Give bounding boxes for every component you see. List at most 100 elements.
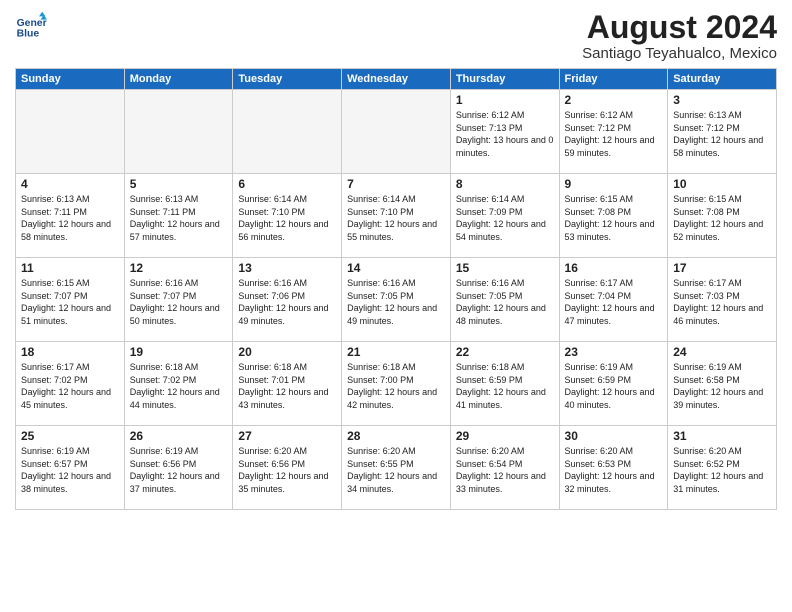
calendar-week-row: 25Sunrise: 6:19 AMSunset: 6:57 PMDayligh… (16, 426, 777, 510)
calendar: Sunday Monday Tuesday Wednesday Thursday… (15, 68, 777, 510)
day-info: Sunrise: 6:18 AMSunset: 7:00 PMDaylight:… (347, 361, 445, 411)
day-number: 21 (347, 345, 445, 359)
table-row: 22 Sunrise: 6:18 AMSunset: 6:59 PMDayligh… (450, 342, 559, 426)
col-saturday: Saturday (668, 69, 777, 90)
day-number: 22 (456, 345, 554, 359)
day-info: Sunrise: 6:19 AMSunset: 6:59 PMDaylight:… (565, 361, 663, 411)
table-row: 28 Sunrise: 6:20 AMSunset: 6:55 PMDayligh… (342, 426, 451, 510)
day-info: Sunrise: 6:20 AMSunset: 6:55 PMDaylight:… (347, 445, 445, 495)
table-row: 13Sunrise: 6:16 AMSunset: 7:06 PMDayligh… (233, 258, 342, 342)
table-row: 20 Sunrise: 6:18 AMSunset: 7:01 PMDayligh… (233, 342, 342, 426)
table-row (124, 90, 233, 174)
day-info: Sunrise: 6:15 AMSunset: 7:08 PMDaylight:… (565, 193, 663, 243)
day-info: Sunrise: 6:15 AMSunset: 7:08 PMDaylight:… (673, 193, 771, 243)
day-info: Sunrise: 6:12 AMSunset: 7:12 PMDaylight:… (565, 109, 663, 159)
table-row: 3 Sunrise: 6:13 AMSunset: 7:12 PMDaylight… (668, 90, 777, 174)
day-info: Sunrise: 6:16 AMSunset: 7:05 PMDaylight:… (347, 277, 445, 327)
table-row: 23 Sunrise: 6:19 AMSunset: 6:59 PMDayligh… (559, 342, 668, 426)
day-number: 13 (238, 261, 336, 275)
table-row: 5 Sunrise: 6:13 AMSunset: 7:11 PMDaylight… (124, 174, 233, 258)
day-number: 15 (456, 261, 554, 275)
calendar-header-row: Sunday Monday Tuesday Wednesday Thursday… (16, 69, 777, 90)
table-row: 4 Sunrise: 6:13 AMSunset: 7:11 PMDaylight… (16, 174, 125, 258)
table-row: 1Sunrise: 6:12 AMSunset: 7:13 PMDaylight… (450, 90, 559, 174)
day-number: 12 (130, 261, 228, 275)
table-row: 30 Sunrise: 6:20 AMSunset: 6:53 PMDayligh… (559, 426, 668, 510)
table-row (342, 90, 451, 174)
day-info: Sunrise: 6:14 AMSunset: 7:10 PMDaylight:… (238, 193, 336, 243)
table-row: 12Sunrise: 6:16 AMSunset: 7:07 PMDayligh… (124, 258, 233, 342)
table-row (16, 90, 125, 174)
day-number: 16 (565, 261, 663, 275)
table-row: 9Sunrise: 6:15 AMSunset: 7:08 PMDaylight… (559, 174, 668, 258)
day-number: 31 (673, 429, 771, 443)
table-row: 17 Sunrise: 6:17 AMSunset: 7:03 PMDayligh… (668, 258, 777, 342)
table-row: 8Sunrise: 6:14 AMSunset: 7:09 PMDaylight… (450, 174, 559, 258)
day-number: 11 (21, 261, 119, 275)
day-number: 2 (565, 93, 663, 107)
table-row: 31 Sunrise: 6:20 AMSunset: 6:52 PMDayligh… (668, 426, 777, 510)
day-number: 28 (347, 429, 445, 443)
day-number: 17 (673, 261, 771, 275)
day-number: 20 (238, 345, 336, 359)
day-info: Sunrise: 6:17 AMSunset: 7:03 PMDaylight:… (673, 277, 771, 327)
logo: General Blue (15, 10, 47, 42)
day-number: 19 (130, 345, 228, 359)
calendar-week-row: 11 Sunrise: 6:15 AMSunset: 7:07 PMDayligh… (16, 258, 777, 342)
svg-text:Blue: Blue (17, 28, 40, 39)
calendar-week-row: 4 Sunrise: 6:13 AMSunset: 7:11 PMDaylight… (16, 174, 777, 258)
table-row: 21 Sunrise: 6:18 AMSunset: 7:00 PMDayligh… (342, 342, 451, 426)
day-info: Sunrise: 6:18 AMSunset: 7:01 PMDaylight:… (238, 361, 336, 411)
day-number: 24 (673, 345, 771, 359)
day-number: 1 (456, 93, 554, 107)
day-number: 26 (130, 429, 228, 443)
calendar-week-row: 1Sunrise: 6:12 AMSunset: 7:13 PMDaylight… (16, 90, 777, 174)
day-info: Sunrise: 6:15 AMSunset: 7:07 PMDaylight:… (21, 277, 119, 327)
col-thursday: Thursday (450, 69, 559, 90)
day-number: 18 (21, 345, 119, 359)
header: General Blue August 2024 Santiago Teyahu… (15, 10, 777, 62)
table-row: 25Sunrise: 6:19 AMSunset: 6:57 PMDayligh… (16, 426, 125, 510)
day-number: 30 (565, 429, 663, 443)
day-number: 6 (238, 177, 336, 191)
calendar-week-row: 18 Sunrise: 6:17 AMSunset: 7:02 PMDayligh… (16, 342, 777, 426)
table-row: 29Sunrise: 6:20 AMSunset: 6:54 PMDayligh… (450, 426, 559, 510)
table-row: 14 Sunrise: 6:16 AMSunset: 7:05 PMDayligh… (342, 258, 451, 342)
day-info: Sunrise: 6:13 AMSunset: 7:11 PMDaylight:… (130, 193, 228, 243)
day-number: 3 (673, 93, 771, 107)
day-info: Sunrise: 6:18 AMSunset: 6:59 PMDaylight:… (456, 361, 554, 411)
day-info: Sunrise: 6:17 AMSunset: 7:04 PMDaylight:… (565, 277, 663, 327)
table-row: 11 Sunrise: 6:15 AMSunset: 7:07 PMDayligh… (16, 258, 125, 342)
day-number: 29 (456, 429, 554, 443)
day-info: Sunrise: 6:20 AMSunset: 6:53 PMDaylight:… (565, 445, 663, 495)
day-info: Sunrise: 6:13 AMSunset: 7:12 PMDaylight:… (673, 109, 771, 159)
month-year: August 2024 (582, 10, 777, 45)
svg-text:General: General (17, 18, 47, 29)
day-number: 23 (565, 345, 663, 359)
day-info: Sunrise: 6:18 AMSunset: 7:02 PMDaylight:… (130, 361, 228, 411)
title-area: August 2024 Santiago Teyahualco, Mexico (582, 10, 777, 62)
day-number: 27 (238, 429, 336, 443)
day-info: Sunrise: 6:16 AMSunset: 7:05 PMDaylight:… (456, 277, 554, 327)
day-info: Sunrise: 6:13 AMSunset: 7:11 PMDaylight:… (21, 193, 119, 243)
table-row: 10Sunrise: 6:15 AMSunset: 7:08 PMDayligh… (668, 174, 777, 258)
day-info: Sunrise: 6:19 AMSunset: 6:58 PMDaylight:… (673, 361, 771, 411)
day-info: Sunrise: 6:14 AMSunset: 7:10 PMDaylight:… (347, 193, 445, 243)
table-row: 16 Sunrise: 6:17 AMSunset: 7:04 PMDayligh… (559, 258, 668, 342)
col-wednesday: Wednesday (342, 69, 451, 90)
day-info: Sunrise: 6:20 AMSunset: 6:52 PMDaylight:… (673, 445, 771, 495)
table-row: 27 Sunrise: 6:20 AMSunset: 6:56 PMDayligh… (233, 426, 342, 510)
day-info: Sunrise: 6:17 AMSunset: 7:02 PMDaylight:… (21, 361, 119, 411)
location: Santiago Teyahualco, Mexico (582, 45, 777, 62)
day-number: 14 (347, 261, 445, 275)
page: General Blue August 2024 Santiago Teyahu… (0, 0, 792, 520)
day-number: 7 (347, 177, 445, 191)
col-sunday: Sunday (16, 69, 125, 90)
day-number: 4 (21, 177, 119, 191)
day-number: 5 (130, 177, 228, 191)
day-info: Sunrise: 6:20 AMSunset: 6:56 PMDaylight:… (238, 445, 336, 495)
table-row: 6 Sunrise: 6:14 AMSunset: 7:10 PMDaylight… (233, 174, 342, 258)
day-info: Sunrise: 6:19 AMSunset: 6:57 PMDaylight:… (21, 445, 119, 495)
day-info: Sunrise: 6:14 AMSunset: 7:09 PMDaylight:… (456, 193, 554, 243)
col-friday: Friday (559, 69, 668, 90)
